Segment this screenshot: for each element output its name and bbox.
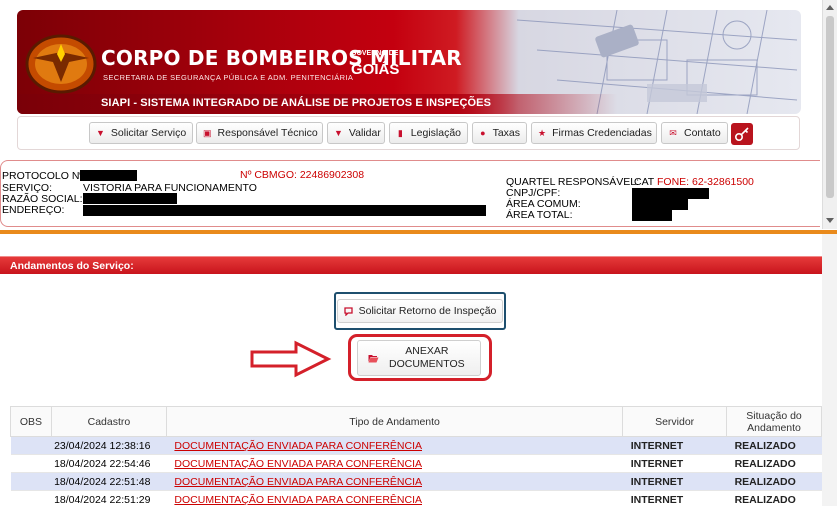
menu-taxas[interactable]: ● Taxas <box>472 122 527 144</box>
gov-name: GOIÁS <box>351 61 400 78</box>
menu-responsavel-tecnico[interactable]: ▣ Responsável Técnico <box>196 122 323 144</box>
menu-label: Responsável Técnico <box>217 127 318 139</box>
row-tipo-link[interactable]: DOCUMENTAÇÃO ENVIADA PARA CONFERÊNCIA <box>166 458 422 470</box>
menu-firmas-credenciadas[interactable]: ★ Firmas Credenciadas <box>531 122 657 144</box>
banner-title: CORPO DE BOMBEIROS MILITAR <box>101 46 462 70</box>
table-row: 18/04/2024 22:51:29 DOCUMENTAÇÃO ENVIADA… <box>10 490 822 506</box>
row-cadastro: 23/04/2024 12:38:16 <box>51 436 167 455</box>
row-obs <box>10 454 52 473</box>
solicitar-retorno-inner[interactable]: Solicitar Retorno de Inspeção <box>336 299 504 323</box>
id-card-icon: ▣ <box>203 127 212 138</box>
menu-label: Solicitar Serviço <box>110 127 187 139</box>
row-obs <box>10 490 52 506</box>
chat-icon <box>343 306 353 316</box>
row-tipo-link[interactable]: DOCUMENTAÇÃO ENVIADA PARA CONFERÊNCIA <box>166 476 422 488</box>
row-situacao: REALIZADO <box>726 454 822 473</box>
section-header: Andamentos do Serviço: <box>0 256 822 274</box>
row-cadastro: 18/04/2024 22:51:29 <box>51 490 167 506</box>
header-frame: CORPO DE BOMBEIROS MILITAR SECRETARIA DE… <box>0 0 822 229</box>
col-tipo[interactable]: Tipo de Andamento <box>165 406 624 437</box>
endereco-label: ENDEREÇO: <box>2 204 65 216</box>
folder-open-icon <box>368 354 379 362</box>
quartel-fone: FONE: 62-32861500 <box>657 176 754 188</box>
redacted-area-total <box>632 210 672 221</box>
row-situacao: REALIZADO <box>726 436 822 455</box>
row-cadastro: 18/04/2024 22:51:48 <box>51 472 167 491</box>
row-situacao: REALIZADO <box>726 490 822 506</box>
row-servidor: INTERNET <box>622 472 727 491</box>
banner-subtitle: SECRETARIA DE SEGURANÇA PÚBLICA E ADM. P… <box>103 73 354 82</box>
quartel-value: CAT <box>634 176 655 188</box>
redacted-endereco <box>83 205 486 216</box>
area-total-label: ÁREA TOTAL: <box>506 209 573 221</box>
menu-legislacao[interactable]: ▮ Legislação <box>389 122 468 144</box>
row-tipo-link[interactable]: DOCUMENTAÇÃO ENVIADA PARA CONFERÊNCIA <box>166 494 422 506</box>
table-row: 23/04/2024 12:38:16 DOCUMENTAÇÃO ENVIADA… <box>10 436 822 455</box>
redacted-cnpj <box>632 188 709 199</box>
anexar-line2: DOCUMENTOS <box>389 358 465 370</box>
row-obs <box>10 436 52 455</box>
row-cadastro: 18/04/2024 22:54:46 <box>51 454 167 473</box>
content-scrollbar[interactable] <box>822 234 837 506</box>
row-servidor: INTERNET <box>622 454 727 473</box>
bombeiros-logo-icon <box>25 34 97 94</box>
col-situacao[interactable]: Situação do Andamento <box>726 406 822 437</box>
solicitar-retorno-button[interactable]: Solicitar Retorno de Inspeção <box>334 292 506 330</box>
row-tipo-link[interactable]: DOCUMENTAÇÃO ENVIADA PARA CONFERÊNCIA <box>166 440 422 452</box>
menu-label: Contato <box>684 127 721 139</box>
section-title: Andamentos do Serviço: <box>10 260 134 272</box>
redacted-area-comum <box>632 199 688 210</box>
right-arrow-annotation-icon <box>250 340 332 378</box>
book-icon: ▮ <box>397 127 403 138</box>
table-row: 18/04/2024 22:54:46 DOCUMENTAÇÃO ENVIADA… <box>10 454 822 473</box>
row-servidor: INTERNET <box>622 490 727 506</box>
col-cadastro[interactable]: Cadastro <box>50 406 167 437</box>
header-scrollbar[interactable] <box>822 0 837 229</box>
menu-label: Validar <box>348 127 381 139</box>
table-header-row: OBS Cadastro Tipo de Andamento Servidor … <box>10 406 822 437</box>
frame-divider[interactable] <box>0 230 837 234</box>
scroll-up-arrow-icon[interactable] <box>826 5 834 10</box>
col-obs[interactable]: OBS <box>10 406 52 437</box>
menu-label: Legislação <box>410 127 461 139</box>
cbmgo-number: Nº CBMGO: 22486902308 <box>240 169 365 181</box>
key-icon <box>734 127 749 142</box>
banner: CORPO DE BOMBEIROS MILITAR SECRETARIA DE… <box>17 10 801 114</box>
caret-down-icon: ▼ <box>96 127 105 138</box>
scroll-thumb[interactable] <box>826 16 834 198</box>
andamentos-table: OBS Cadastro Tipo de Andamento Servidor … <box>10 406 822 506</box>
anexar-line1: ANEXAR <box>405 345 449 357</box>
caret-down-icon: ▼ <box>334 127 343 138</box>
menu-solicitar-servico[interactable]: ▼ Solicitar Serviço <box>89 122 193 144</box>
protocolo-label: PROTOCOLO Nº: <box>2 170 87 182</box>
row-servidor: INTERNET <box>622 436 727 455</box>
col-servidor[interactable]: Servidor <box>622 406 728 437</box>
redacted-protocolo <box>80 170 137 181</box>
scroll-down-arrow-icon[interactable] <box>826 218 834 223</box>
system-name: SIAPI - SISTEMA INTEGRADO DE ANÁLISE DE … <box>101 97 492 109</box>
menu-contato[interactable]: ✉ Contato <box>661 122 728 144</box>
solicitar-retorno-label: Solicitar Retorno de Inspeção <box>358 305 497 317</box>
row-obs <box>10 472 52 491</box>
anexar-documentos-button[interactable]: ANEXAR DOCUMENTOS <box>357 340 481 376</box>
alert-icon: ● <box>480 127 486 138</box>
menu-validar[interactable]: ▼ Validar <box>327 122 385 144</box>
menu-label: Firmas Credenciadas <box>552 127 652 139</box>
gov-label: GOVERNO DE <box>351 50 399 57</box>
menu-label: Taxas <box>492 127 520 139</box>
star-icon: ★ <box>538 127 547 138</box>
envelope-icon: ✉ <box>669 127 677 138</box>
table-row: 18/04/2024 22:51:48 DOCUMENTAÇÃO ENVIADA… <box>10 472 822 491</box>
redacted-razao-social <box>83 193 177 204</box>
login-key-button[interactable] <box>731 123 753 145</box>
row-situacao: REALIZADO <box>726 472 822 491</box>
